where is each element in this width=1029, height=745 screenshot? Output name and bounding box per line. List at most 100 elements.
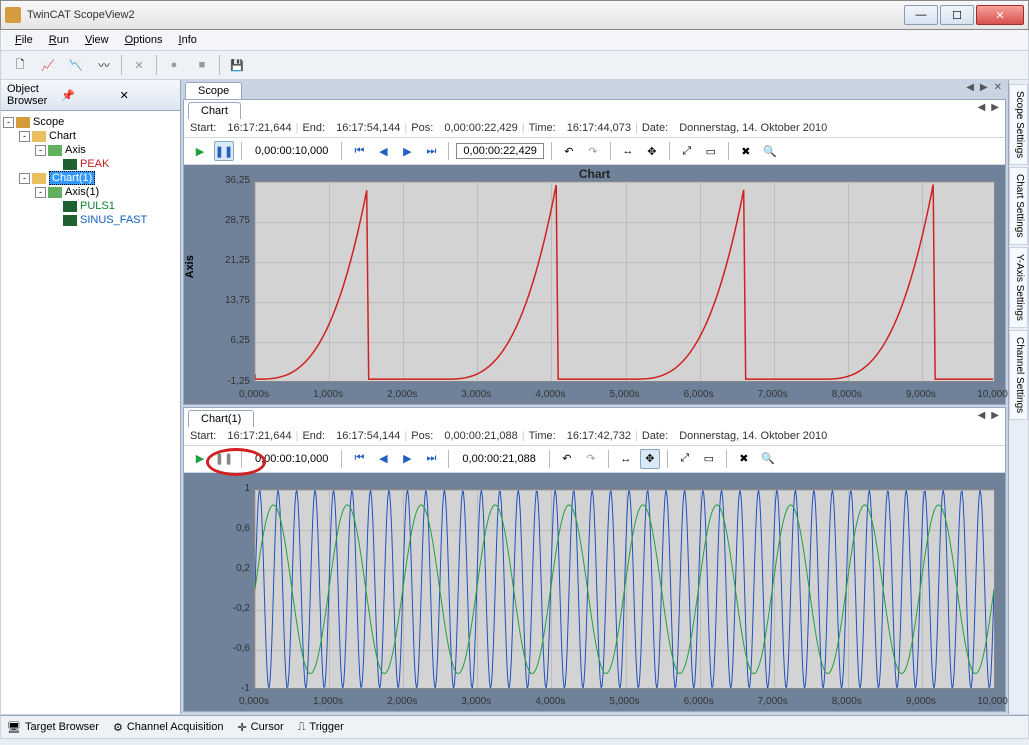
- chart1-plot[interactable]: Chart Axis 36,2528,7521,2513,756,25-1,25…: [184, 165, 1005, 404]
- pan-x-icon[interactable]: ↔: [618, 141, 638, 161]
- expand-icon[interactable]: -: [35, 187, 46, 198]
- side-tab-channel[interactable]: Channel Settings: [1009, 330, 1028, 420]
- close-button[interactable]: ✕: [976, 5, 1024, 25]
- scope-icon: [16, 117, 30, 128]
- axis-icon: [48, 187, 62, 198]
- status-channel-acq[interactable]: ⚙ Channel Acquisition: [113, 721, 224, 734]
- chart1-info: Start: 16:17:21,644| End: 16:17:54,144| …: [184, 119, 1005, 138]
- next-icon[interactable]: ▶: [397, 141, 417, 161]
- side-tab-yaxis[interactable]: Y-Axis Settings: [1009, 247, 1028, 328]
- zoom-fit-icon[interactable]: 🔍: [760, 141, 780, 161]
- tree-scope[interactable]: Scope: [33, 116, 64, 128]
- channel-icon: [63, 159, 77, 170]
- minimize-button[interactable]: —: [904, 5, 938, 25]
- new-scope-icon[interactable]: 🗋: [9, 54, 31, 76]
- tab-prev-icon[interactable]: ◀: [976, 102, 988, 119]
- chart1-controls: ▶ ❚❚ 0,00:00:10,000 ⏮ ◀ ▶ ⏭ 0,00:00:22,4…: [184, 138, 1005, 165]
- undo-icon[interactable]: ↶: [557, 449, 577, 469]
- window-titlebar: TwinCAT ScopeView2 — ☐ ✕: [0, 0, 1029, 30]
- tab-prev-icon[interactable]: ◀: [964, 82, 976, 99]
- status-cursor[interactable]: ✛ Cursor: [237, 721, 283, 734]
- first-icon[interactable]: ⏮: [349, 449, 369, 469]
- axis-icon: [48, 145, 62, 156]
- tab-chart[interactable]: Chart: [188, 102, 241, 119]
- expand-icon[interactable]: -: [35, 145, 46, 156]
- tab-next-icon[interactable]: ▶: [989, 410, 1001, 427]
- play-icon[interactable]: ▶: [190, 141, 210, 161]
- clear-icon[interactable]: ✖: [734, 449, 754, 469]
- tab-prev-icon[interactable]: ◀: [976, 410, 988, 427]
- undo-icon[interactable]: ↶: [559, 141, 579, 161]
- tree-puls1[interactable]: PULS1: [80, 200, 115, 212]
- object-browser-panel: Object Browser 📌 ✕ -Scope -Chart -Axis P…: [1, 80, 181, 714]
- tree-chart1[interactable]: Chart(1): [49, 171, 95, 185]
- menu-bar: File Run View Options Info: [0, 30, 1029, 51]
- record-icon[interactable]: ●: [163, 54, 185, 76]
- chart1-window: 0,00:00:10,000: [249, 145, 334, 157]
- close-panel-icon[interactable]: ✕: [120, 89, 174, 102]
- chart2-plot[interactable]: 10,60,2-0,2-0,6-10,000s1,000s2,000s3,000…: [184, 473, 1005, 712]
- status-target-browser[interactable]: 🖥 Target Browser: [7, 721, 99, 734]
- menu-run[interactable]: Run: [49, 34, 69, 46]
- expand-icon[interactable]: -: [19, 173, 30, 184]
- main-toolbar: 🗋 📈 📉 〰 ✕ ● ■ 💾: [0, 51, 1029, 80]
- pause-icon[interactable]: ❚❚: [214, 449, 234, 469]
- stop-icon[interactable]: ■: [191, 54, 213, 76]
- tree-axis1[interactable]: Axis(1): [65, 186, 99, 198]
- tab-next-icon[interactable]: ▶: [989, 102, 1001, 119]
- chart-panel-1: Chart ◀▶ Start: 16:17:21,644| End: 16:17…: [183, 99, 1006, 405]
- save-icon[interactable]: 💾: [226, 54, 248, 76]
- chart-panel-2: Chart(1) ◀▶ Start: 16:17:21,644| End: 16…: [183, 407, 1006, 713]
- side-tab-scope[interactable]: Scope Settings: [1009, 84, 1028, 165]
- expand-icon[interactable]: -: [19, 131, 30, 142]
- menu-info[interactable]: Info: [179, 34, 197, 46]
- prev-icon[interactable]: ◀: [373, 449, 393, 469]
- first-icon[interactable]: ⏮: [349, 141, 369, 161]
- pan-x-icon[interactable]: ↔: [616, 449, 636, 469]
- chart2-controls: ▶ ❚❚ 0,00:00:10,000 ⏮ ◀ ▶ ⏭ 0,00:00:21,0…: [184, 446, 1005, 473]
- zoom-box-icon[interactable]: ▭: [699, 449, 719, 469]
- side-tabs: Scope Settings Chart Settings Y-Axis Set…: [1008, 80, 1028, 714]
- tree-axis[interactable]: Axis: [65, 144, 86, 156]
- chart1-position-box[interactable]: 0,00:00:22,429: [456, 143, 543, 159]
- menu-view[interactable]: View: [85, 34, 109, 46]
- tab-next-icon[interactable]: ▶: [978, 82, 990, 99]
- tree-chart[interactable]: Chart: [49, 130, 76, 142]
- menu-options[interactable]: Options: [125, 34, 163, 46]
- chart-icon: [32, 131, 46, 142]
- tab-scope[interactable]: Scope: [185, 82, 242, 99]
- new-chart-icon[interactable]: 📈: [37, 54, 59, 76]
- zoom-x-icon[interactable]: ⤢: [677, 141, 697, 161]
- clear-icon[interactable]: ✖: [736, 141, 756, 161]
- delete-icon[interactable]: ✕: [128, 54, 150, 76]
- main-area: Scope ◀▶✕ Chart ◀▶ Start: 16:17:21,644| …: [181, 80, 1008, 714]
- expand-icon[interactable]: -: [3, 117, 14, 128]
- chart-icon: [32, 173, 46, 184]
- tab-chart1[interactable]: Chart(1): [188, 410, 254, 427]
- menu-file[interactable]: File: [15, 34, 33, 46]
- play-icon[interactable]: ▶: [190, 449, 210, 469]
- maximize-button[interactable]: ☐: [940, 5, 974, 25]
- object-tree: -Scope -Chart -Axis PEAK -Chart(1) -Axis…: [1, 111, 180, 231]
- side-tab-chart[interactable]: Chart Settings: [1009, 167, 1028, 244]
- new-axis-icon[interactable]: 📉: [65, 54, 87, 76]
- new-channel-icon[interactable]: 〰: [93, 54, 115, 76]
- zoom-box-icon[interactable]: ▭: [701, 141, 721, 161]
- pin-icon[interactable]: 📌: [61, 89, 115, 102]
- redo-icon[interactable]: ↷: [581, 449, 601, 469]
- pan-xy-icon[interactable]: ✥: [642, 141, 662, 161]
- zoom-x-icon[interactable]: ⤢: [675, 449, 695, 469]
- zoom-fit-icon[interactable]: 🔍: [758, 449, 778, 469]
- status-trigger[interactable]: ⎍ Trigger: [298, 721, 344, 734]
- channel-icon: [63, 215, 77, 226]
- pause-icon[interactable]: ❚❚: [214, 141, 234, 161]
- pan-xy-icon[interactable]: ✥: [640, 449, 660, 469]
- tree-peak[interactable]: PEAK: [80, 158, 109, 170]
- prev-icon[interactable]: ◀: [373, 141, 393, 161]
- last-icon[interactable]: ⏭: [421, 141, 441, 161]
- tree-sinus[interactable]: SINUS_FAST: [80, 214, 147, 226]
- tab-close-icon[interactable]: ✕: [992, 82, 1004, 99]
- last-icon[interactable]: ⏭: [421, 449, 441, 469]
- redo-icon[interactable]: ↷: [583, 141, 603, 161]
- next-icon[interactable]: ▶: [397, 449, 417, 469]
